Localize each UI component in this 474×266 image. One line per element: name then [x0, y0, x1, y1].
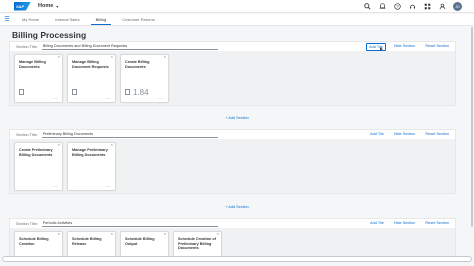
document-icon [125, 89, 130, 95]
close-icon[interactable]: × [58, 54, 60, 59]
close-icon[interactable]: × [164, 54, 166, 59]
tile-manage-billing-documents[interactable]: × Manage Billing Documents ··· [14, 54, 63, 103]
horizontal-scrollbar[interactable] [2, 256, 472, 262]
svg-text:?: ? [396, 4, 399, 9]
section-header: Section Title: Billing Documents and Bil… [10, 42, 455, 51]
headset-icon[interactable] [408, 2, 417, 11]
bell-icon[interactable] [378, 2, 387, 11]
apps-icon[interactable] [423, 2, 432, 11]
add-section-button[interactable]: + Add Section [0, 205, 474, 209]
close-icon[interactable]: × [111, 142, 113, 147]
add-tile-button[interactable]: Add Tile [368, 220, 386, 226]
tile-title: Create Billing Documents [125, 60, 150, 69]
section-tiles: × Schedule Billing Creation × Schedule B… [10, 228, 455, 257]
tab-billing[interactable]: Billing [88, 14, 115, 25]
search-icon[interactable] [363, 2, 372, 11]
section-actions: Add Tile Hide Section Reset Section [368, 220, 451, 226]
tile-title: Schedule Creation of Preliminary Billing… [178, 237, 216, 251]
section-title-input[interactable]: Periodic Activities [41, 221, 218, 227]
section-actions: Add Tile Hide Section Reset Section [368, 131, 451, 137]
more-icon[interactable]: ··· [106, 184, 112, 189]
section-billing-documents: Section Title: Billing Documents and Bil… [9, 41, 456, 106]
section-actions: Add Tile Hide Section Reset Section [366, 43, 451, 51]
close-icon[interactable]: × [111, 54, 113, 59]
section-preliminary-billing: Section Title: Preliminary Billing Docum… [9, 129, 456, 194]
help-icon[interactable]: ? [393, 2, 402, 11]
hide-section-button[interactable]: Hide Section [392, 43, 418, 51]
section-title-label: Section Title: [16, 44, 38, 49]
more-icon[interactable]: ··· [159, 96, 165, 101]
tile-schedule-billing-output[interactable]: × Schedule Billing Output [120, 231, 169, 257]
tile-schedule-billing-creation[interactable]: × Schedule Billing Creation [14, 231, 63, 257]
section-title-label: Section Title: [16, 132, 38, 137]
user-icon[interactable] [438, 2, 447, 11]
avatar[interactable]: JD [453, 2, 462, 11]
section-title-label: Section Title: [16, 221, 38, 226]
tile-title: Schedule Billing Creation [19, 237, 49, 246]
close-icon[interactable]: × [164, 231, 166, 236]
section-header: Section Title: Periodic Activities Add T… [10, 219, 455, 228]
chevron-down-icon[interactable]: ▾ [56, 4, 58, 9]
section-periodic-activities: Section Title: Periodic Activities Add T… [9, 218, 456, 258]
tile-manage-billing-document-requests[interactable]: × Manage Billing Document Requests ··· [67, 54, 116, 103]
hide-section-button[interactable]: Hide Section [392, 131, 418, 137]
section-title-input[interactable]: Billing Documents and Billing Document R… [41, 44, 218, 50]
close-icon[interactable]: × [58, 142, 60, 147]
section-tiles: × Manage Billing Documents ··· × Manage … [10, 51, 455, 105]
page-title: Billing Processing [12, 30, 87, 40]
more-icon[interactable]: ··· [53, 184, 59, 189]
sap-logo[interactable]: SAP [14, 1, 31, 11]
logo-text: SAP [16, 3, 25, 9]
tile-title: Manage Billing Documents [19, 60, 46, 69]
space-tabs: ☰ My Home Internal Sales Billing Custome… [0, 14, 474, 26]
document-icon [72, 89, 77, 95]
tab-my-home[interactable]: My Home [14, 14, 47, 25]
tile-create-preliminary-billing-documents[interactable]: × Create Preliminary Billing Documents ·… [14, 142, 63, 191]
document-icon [19, 89, 24, 95]
shell-bar: SAP Home ▾ ? JD [0, 0, 474, 13]
reset-section-button[interactable]: Reset Section [423, 43, 451, 51]
tile-title: Manage Billing Document Requests [72, 60, 109, 69]
section-header: Section Title: Preliminary Billing Docum… [10, 130, 455, 139]
more-icon[interactable]: ··· [106, 96, 112, 101]
more-icon[interactable]: ··· [53, 96, 59, 101]
home-title[interactable]: Home [38, 3, 53, 9]
close-icon[interactable]: × [58, 231, 60, 236]
tile-title: Manage Preliminary Billing Documents [72, 148, 108, 157]
tile-kpi-number: 1.84 [133, 88, 149, 97]
shell-actions: ? JD [363, 2, 462, 11]
menu-icon[interactable]: ☰ [0, 14, 14, 25]
tile-title: Schedule Billing Output [125, 237, 155, 246]
tile-manage-preliminary-billing-documents[interactable]: × Manage Preliminary Billing Documents ·… [67, 142, 116, 191]
section-tiles: × Create Preliminary Billing Documents ·… [10, 139, 455, 193]
add-tile-button[interactable]: Add Tile [368, 131, 386, 137]
close-icon[interactable]: × [217, 231, 219, 236]
tile-title: Create Preliminary Billing Documents [19, 148, 53, 157]
tile-create-billing-documents[interactable]: × Create Billing Documents 1.84 ··· [120, 54, 169, 103]
tile-title: Schedule Billing Release [72, 237, 102, 246]
close-icon[interactable]: × [111, 231, 113, 236]
tab-internal-sales[interactable]: Internal Sales [47, 14, 87, 25]
reset-section-button[interactable]: Reset Section [423, 131, 451, 137]
section-title-input[interactable]: Preliminary Billing Documents [41, 132, 218, 138]
hide-section-button[interactable]: Hide Section [392, 220, 418, 226]
tile-schedule-creation-preliminary-billing[interactable]: × Schedule Creation of Preliminary Billi… [173, 231, 222, 257]
vertical-scrollbar[interactable] [471, 27, 473, 227]
tab-customer-returns[interactable]: Customer Returns [114, 14, 162, 25]
add-section-button[interactable]: + Add Section [0, 116, 474, 120]
add-tile-button[interactable]: Add Tile [366, 43, 386, 51]
tile-schedule-billing-release[interactable]: × Schedule Billing Release [67, 231, 116, 257]
reset-section-button[interactable]: Reset Section [423, 220, 451, 226]
